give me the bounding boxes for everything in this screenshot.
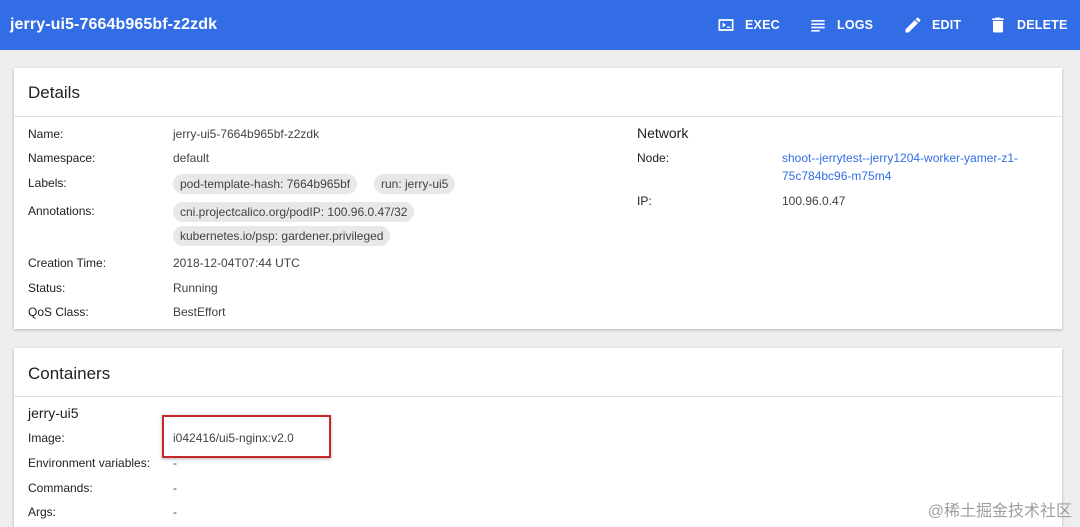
annotations-label: Annotations:	[28, 204, 95, 218]
exec-label: EXEC	[745, 18, 780, 32]
env-vars-value: -	[173, 456, 177, 470]
namespace-value: default	[173, 151, 210, 165]
logs-icon	[811, 20, 825, 32]
name-value: jerry-ui5-7664b965bf-z2zdk	[173, 127, 320, 141]
details-card: Details Name: jerry-ui5-7664b965bf-z2zdk…	[14, 68, 1062, 329]
container-name: jerry-ui5	[28, 405, 79, 421]
node-link[interactable]: shoot--jerrytest--jerry1204-worker-yamer…	[782, 149, 1042, 185]
delete-button[interactable]: DELETE	[988, 14, 1068, 36]
ip-value: 100.96.0.47	[782, 194, 846, 208]
exec-button[interactable]: EXEC	[716, 14, 780, 36]
details-card-header: Details	[14, 68, 1062, 117]
watermark-text: @稀土掘金技术社区	[927, 503, 1072, 520]
status-value: Running	[173, 281, 218, 295]
edit-button[interactable]: EDIT	[903, 14, 961, 36]
network-title: Network	[637, 125, 689, 141]
status-label: Status:	[28, 281, 66, 295]
top-bar: jerry-ui5-7664b965bf-z2zdk EXEC LOGS EDI…	[0, 0, 1080, 50]
exec-icon	[718, 19, 734, 31]
image-highlight-box	[162, 415, 331, 458]
creation-time-label: Creation Time:	[28, 256, 107, 270]
annotation-chip: kubernetes.io/psp: gardener.privileged	[173, 226, 391, 246]
ip-label: IP:	[637, 194, 652, 208]
node-label: Node:	[637, 151, 670, 165]
qos-class-label: QoS Class:	[28, 305, 89, 319]
details-title: Details	[28, 83, 80, 102]
commands-label: Commands:	[28, 481, 93, 495]
qos-class-value: BestEffort	[173, 305, 226, 319]
pod-title: jerry-ui5-7664b965bf-z2zdk	[10, 16, 218, 33]
pencil-icon	[905, 17, 921, 33]
creation-time-value: 2018-12-04T07:44 UTC	[173, 256, 300, 270]
annotation-chip: cni.projectcalico.org/podIP: 100.96.0.47…	[173, 202, 415, 222]
logs-button[interactable]: LOGS	[808, 14, 873, 36]
label-chip: run: jerry-ui5	[374, 174, 456, 194]
name-label: Name:	[28, 127, 64, 141]
args-value: -	[173, 505, 177, 519]
containers-title: Containers	[28, 364, 111, 383]
labels-label: Labels:	[28, 176, 67, 190]
commands-value: -	[173, 481, 177, 495]
args-label: Args:	[28, 505, 57, 519]
image-label: Image:	[28, 431, 65, 445]
edit-label: EDIT	[932, 18, 962, 32]
namespace-label: Namespace:	[28, 151, 96, 165]
containers-card-header: Containers	[14, 348, 1062, 397]
label-chip: pod-template-hash: 7664b965bf	[173, 174, 358, 194]
trash-icon	[992, 17, 1004, 33]
delete-label: DELETE	[1017, 18, 1068, 32]
logs-label: LOGS	[837, 18, 874, 32]
env-vars-label: Environment variables:	[28, 456, 151, 470]
